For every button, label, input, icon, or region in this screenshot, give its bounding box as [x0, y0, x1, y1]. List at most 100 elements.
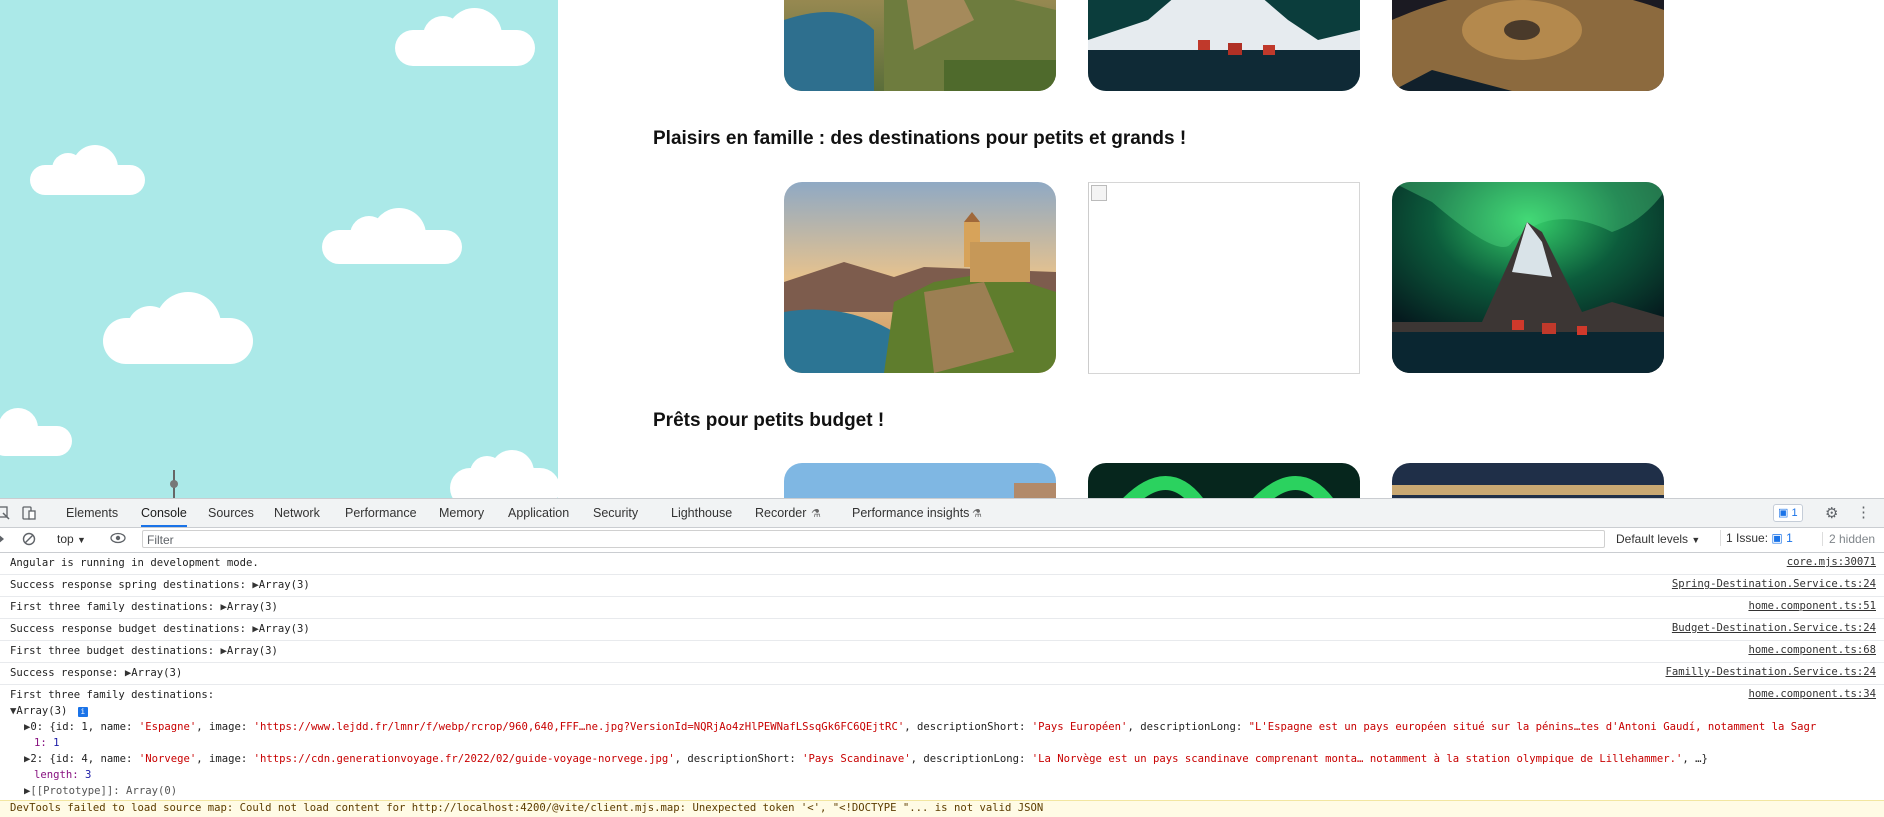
item-description-long: "L'Espagne est un pays européen situé su… — [1248, 721, 1817, 733]
devtools-tab-bar: Elements Console Sources Network Perform… — [0, 499, 1884, 528]
array-header[interactable]: ▼Array(3) i — [10, 705, 88, 717]
array-length: length: 3 — [34, 769, 91, 781]
cloud-decoration — [322, 208, 462, 264]
console-source-link[interactable]: home.component.ts:34 — [1748, 688, 1876, 700]
destination-image-broken[interactable] — [1088, 182, 1360, 374]
console-message-text: First three family destinations: — [10, 601, 221, 613]
inspect-element-icon[interactable] — [0, 506, 10, 523]
console-expandable-value[interactable]: Array(3) — [131, 667, 182, 679]
array-item-0[interactable]: ▶0: {id: 1, name: 'Espagne', image: 'htt… — [24, 721, 1816, 733]
issues-badge[interactable]: ▣ 1 — [1773, 504, 1803, 522]
console-message-text: Success response spring destinations: — [10, 579, 253, 591]
console-expandable-value[interactable]: Array(3) — [227, 601, 278, 613]
console-expandable-value[interactable]: Array(3) — [259, 623, 310, 635]
cloud-decoration — [103, 292, 253, 364]
array-prototype[interactable]: ▶[[Prototype]]: Array(0) — [24, 785, 177, 797]
console-message: Angular is running in development mode. … — [0, 553, 1884, 575]
cloud-decoration — [395, 8, 535, 66]
console-message: First three family destinations: ▶Array(… — [0, 597, 1884, 619]
destination-image-spain[interactable] — [784, 182, 1056, 373]
experiment-flask-icon: ⚗ — [811, 508, 821, 520]
hidden-messages-count: 2 hidden — [1822, 532, 1875, 546]
item-image-url: 'https://cdn.generationvoyage.fr/2022/02… — [253, 753, 675, 765]
console-warning: DevTools failed to load source map: Coul… — [0, 800, 1884, 817]
log-levels-value: Default levels — [1616, 532, 1689, 546]
console-message-text: First three budget destinations: — [10, 645, 221, 657]
console-message-line: Success response budget destinations: ▶A… — [10, 623, 310, 635]
item-suffix: , …} — [1682, 753, 1708, 765]
issues-count: 1 — [1786, 531, 1793, 545]
console-source-link[interactable]: Spring-Destination.Service.ts:24 — [1672, 578, 1876, 590]
console-source-link[interactable]: home.component.ts:51 — [1748, 600, 1876, 612]
array-item-2[interactable]: ▶2: {id: 4, name: 'Norvege', image: 'htt… — [24, 753, 1708, 765]
console-source-link[interactable]: home.component.ts:68 — [1748, 644, 1876, 656]
item-value: 1 — [53, 737, 60, 749]
main-content: Plaisirs en famille : des destinations p… — [558, 0, 1884, 498]
broken-image-icon — [1091, 185, 1107, 201]
destination-image-norway[interactable] — [1392, 182, 1664, 373]
gear-icon[interactable]: ⚙ — [1825, 504, 1838, 522]
cloud-decoration — [450, 450, 558, 498]
sky-panel — [0, 0, 558, 498]
tab-lighthouse[interactable]: Lighthouse — [671, 499, 732, 527]
tab-application[interactable]: Application — [508, 499, 569, 527]
console-source-link[interactable]: Familly-Destination.Service.ts:24 — [1666, 666, 1876, 678]
tab-recorder[interactable]: Recorder — [755, 499, 806, 527]
more-options-icon[interactable]: ⋮ — [1856, 503, 1871, 521]
tab-network[interactable]: Network — [274, 499, 320, 527]
log-levels-dropdown[interactable]: Default levels ▼ — [1616, 532, 1700, 546]
item-description-long: 'La Norvège est un pays scandinave compr… — [1031, 753, 1683, 765]
console-message-line: Success response spring destinations: ▶A… — [10, 579, 310, 591]
lamp-post-decoration — [170, 470, 178, 498]
section-heading-budget: Prêts pour petits budget ! — [653, 410, 885, 431]
section-heading-family: Plaisirs en famille : des destinations p… — [653, 128, 1187, 149]
item-description-short: 'Pays Scandinave' — [802, 753, 911, 765]
tab-elements[interactable]: Elements — [66, 499, 118, 527]
context-selector[interactable]: top ▼ — [57, 532, 86, 546]
cloud-decoration — [0, 408, 72, 456]
array-header-label: Array(3) — [16, 705, 68, 717]
destination-image-budget-3[interactable] — [1392, 463, 1664, 498]
item-key: , descriptionLong: — [910, 753, 1032, 765]
item-prefix: 2: {id: 4, name: — [30, 753, 139, 765]
eye-icon[interactable] — [110, 531, 126, 548]
item-name: 'Espagne' — [138, 721, 197, 733]
issues-badge-count: 1 — [1791, 507, 1798, 519]
destination-image-budget-1[interactable] — [784, 463, 1056, 498]
destination-image-norway[interactable] — [1088, 0, 1360, 91]
item-key: 1: — [34, 737, 54, 749]
console-message-line: First three family destinations: ▶Array(… — [10, 601, 278, 613]
console-message-line: Success response: ▶Array(3) — [10, 667, 182, 679]
message-icon: ▣ — [1771, 531, 1783, 545]
dropdown-arrow-icon: ▼ — [1691, 535, 1701, 545]
clear-console-icon[interactable] — [22, 532, 36, 549]
issues-button[interactable]: 1 Issue: ▣ 1 — [1720, 530, 1798, 546]
destination-image-budget-2[interactable] — [1088, 463, 1360, 498]
console-toolbar: top ▼ Filter Default levels ▼ 1 Issue: ▣… — [0, 528, 1884, 553]
tab-performance-insights[interactable]: Performance insights — [852, 499, 969, 527]
tab-memory[interactable]: Memory — [439, 499, 484, 527]
sidebar-toggle-icon[interactable] — [0, 532, 7, 549]
cloud-decoration — [30, 145, 145, 195]
console-expandable-value[interactable]: Array(3) — [259, 579, 310, 591]
device-toolbar-icon[interactable] — [22, 506, 36, 523]
console-filter-input[interactable]: Filter — [142, 530, 1605, 548]
item-key: , image: — [196, 753, 254, 765]
array-item-1: 1: 1 — [34, 737, 60, 749]
console-source-link[interactable]: Budget-Destination.Service.ts:24 — [1672, 622, 1876, 634]
tab-console[interactable]: Console — [141, 499, 187, 527]
console-message: Success response budget destinations: ▶A… — [0, 619, 1884, 641]
destination-image-spain[interactable] — [784, 0, 1056, 91]
console-message: First three budget destinations: ▶Array(… — [0, 641, 1884, 663]
console-expandable-value[interactable]: Array(3) — [227, 645, 278, 657]
destination-image-city[interactable] — [1392, 0, 1664, 91]
tab-sources[interactable]: Sources — [208, 499, 254, 527]
tab-security[interactable]: Security — [593, 499, 638, 527]
console-message: Success response spring destinations: ▶A… — [0, 575, 1884, 597]
console-message-text: Success response: — [10, 667, 125, 679]
tab-performance[interactable]: Performance — [345, 499, 417, 527]
console-message-text: First three family destinations: — [10, 689, 215, 701]
length-key: length: — [34, 769, 86, 781]
console-message-expanded: First three family destinations: home.co… — [0, 685, 1884, 799]
console-source-link[interactable]: core.mjs:30071 — [1787, 556, 1876, 568]
